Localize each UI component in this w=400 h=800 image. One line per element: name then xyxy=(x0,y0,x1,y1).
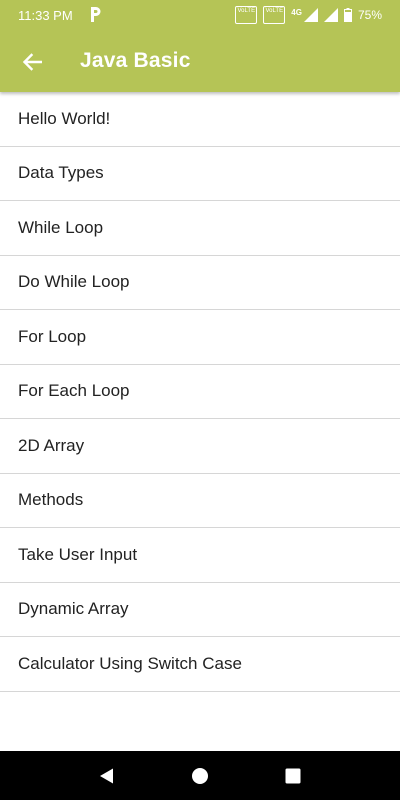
list-item-label: For Each Loop xyxy=(18,381,130,401)
list-item-label: While Loop xyxy=(18,217,104,237)
list-item-label: Dynamic Array xyxy=(18,599,129,619)
status-time: 11:33 PM xyxy=(18,8,73,23)
nav-recents-button[interactable] xyxy=(273,756,313,796)
volte-2-label: VoLTE xyxy=(265,8,284,14)
list-item-2d-array[interactable]: 2D Array xyxy=(0,419,400,474)
list-item-label: Methods xyxy=(18,490,84,510)
battery-percent: 75% xyxy=(357,8,382,22)
battery-icon xyxy=(343,8,352,22)
back-triangle-icon xyxy=(99,768,113,783)
list-item-label: Calculator Using Switch Case xyxy=(18,653,242,673)
status-bar: 11:33 PM VoLTE VoLTE 4G 75% xyxy=(0,0,400,32)
nav-back-button[interactable] xyxy=(87,756,127,796)
lesson-list: Hello World! Data Types While Loop Do Wh… xyxy=(0,92,400,692)
list-item-methods[interactable]: Methods xyxy=(0,474,400,528)
arrow-left-icon xyxy=(22,53,42,71)
list-item-label: Take User Input xyxy=(18,544,138,564)
volte-1-label: VoLTE xyxy=(237,8,256,14)
home-circle-icon xyxy=(191,767,208,784)
list-item-label: Data Types xyxy=(18,163,104,183)
network-type-label: 4G xyxy=(291,7,302,17)
list-item-label: For Loop xyxy=(18,326,87,346)
list-item-take-user-input[interactable]: Take User Input xyxy=(0,528,400,583)
page-title: Java Basic xyxy=(80,49,191,72)
list-item-hello-world[interactable]: Hello World! xyxy=(0,92,400,147)
back-button[interactable] xyxy=(12,44,52,80)
list-item-for-loop[interactable]: For Loop xyxy=(0,310,400,365)
list-item-data-types[interactable]: Data Types xyxy=(0,147,400,201)
toolbar: Java Basic xyxy=(0,32,400,92)
list-item-dynamic-array[interactable]: Dynamic Array xyxy=(0,583,400,637)
list-item-do-while-loop[interactable]: Do While Loop xyxy=(0,256,400,310)
list-item-label: Do While Loop xyxy=(18,272,130,292)
signal-icon xyxy=(323,8,338,22)
volte-icon: VoLTE xyxy=(235,6,258,24)
system-navigation-bar xyxy=(0,751,400,800)
app-bar: 11:33 PM VoLTE VoLTE 4G 75% Java Basic xyxy=(0,0,400,92)
nav-home-button[interactable] xyxy=(180,756,220,796)
signal-icon xyxy=(303,8,318,22)
recents-square-icon xyxy=(285,768,301,783)
list-item-label: Hello World! xyxy=(18,108,111,128)
volte-icon: VoLTE xyxy=(263,6,286,24)
list-item-calculator-switch-case[interactable]: Calculator Using Switch Case xyxy=(0,637,400,692)
list-item-for-each-loop[interactable]: For Each Loop xyxy=(0,365,400,419)
list-item-label: 2D Array xyxy=(18,435,85,455)
status-icons: VoLTE VoLTE 4G 75% xyxy=(235,6,382,24)
list-item-while-loop[interactable]: While Loop xyxy=(0,201,400,256)
parking-app-icon xyxy=(91,7,101,22)
